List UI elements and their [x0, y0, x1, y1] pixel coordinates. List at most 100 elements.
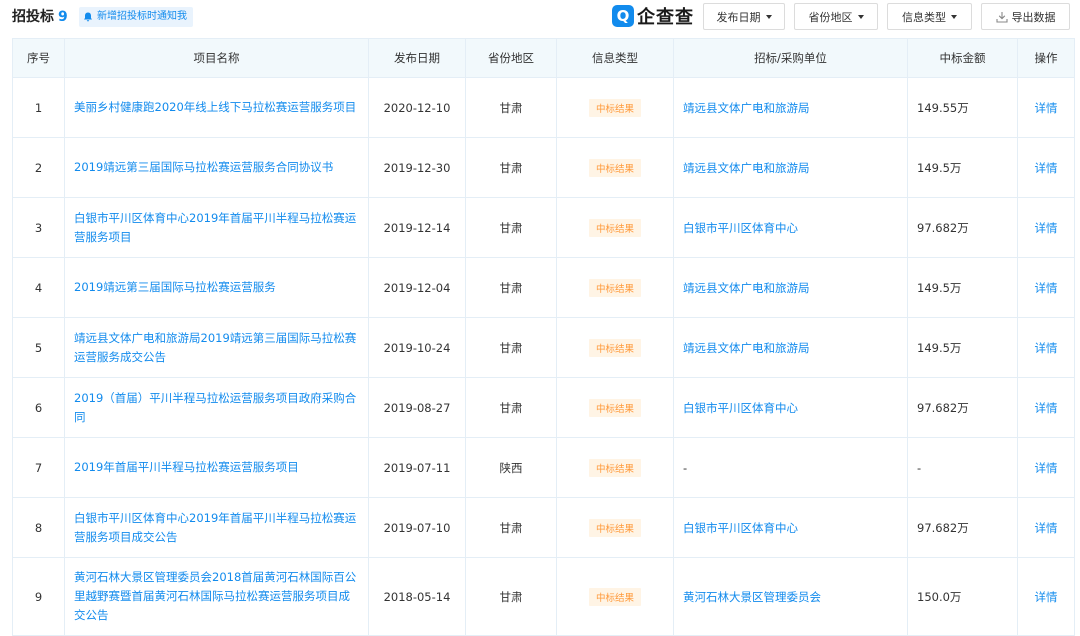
publish-date: 2019-12-30 [368, 137, 466, 198]
filter-region-dropdown[interactable]: 省份地区 [794, 3, 878, 30]
detail-link[interactable]: 详情 [1035, 521, 1058, 535]
export-label: 导出数据 [1011, 10, 1056, 24]
project-name-link[interactable]: 黄河石林大景区管理委员会2018首届黄河石林国际百公里越野赛暨首届黄河石林国际马… [74, 568, 360, 625]
region: 甘肃 [465, 137, 557, 198]
region: 甘肃 [465, 77, 557, 138]
publish-date: 2020-12-10 [368, 77, 466, 138]
amount: 149.5万 [907, 317, 1018, 378]
row-no: 2 [12, 137, 65, 198]
col-header-no: 序号 [12, 38, 65, 78]
amount: 97.682万 [907, 377, 1018, 438]
table-row: 3 白银市平川区体育中心2019年首届平川半程马拉松赛运营服务项目 2019-1… [12, 197, 1075, 258]
publish-date: 2019-07-11 [368, 437, 466, 498]
table-row: 9 黄河石林大景区管理委员会2018首届黄河石林国际百公里越野赛暨首届黄河石林国… [12, 557, 1075, 636]
amount: 97.682万 [907, 197, 1018, 258]
info-type-badge: 中标结果 [588, 158, 641, 177]
project-name-link[interactable]: 2019靖远第三届国际马拉松赛运营服务合同协议书 [74, 158, 360, 177]
filter-label: 省份地区 [808, 10, 853, 24]
project-name-link[interactable]: 2019（首届）平川半程马拉松运营服务项目政府采购合同 [74, 389, 360, 427]
project-name-link[interactable]: 靖远县文体广电和旅游局2019靖远第三届国际马拉松赛运营服务成交公告 [74, 329, 360, 367]
detail-link[interactable]: 详情 [1035, 221, 1058, 235]
col-header-action: 操作 [1017, 38, 1075, 78]
detail-link[interactable]: 详情 [1035, 461, 1058, 475]
unit-link[interactable]: 白银市平川区体育中心 [683, 221, 798, 235]
unit-link[interactable]: 白银市平川区体育中心 [683, 521, 798, 535]
project-name-link[interactable]: 白银市平川区体育中心2019年首届平川半程马拉松赛运营服务项目成交公告 [74, 509, 360, 547]
region: 甘肃 [465, 317, 557, 378]
project-name-link[interactable]: 美丽乡村健康跑2020年线上线下马拉松赛运营服务项目 [74, 98, 360, 117]
filter-label: 信息类型 [902, 10, 946, 24]
detail-link[interactable]: 详情 [1035, 101, 1058, 115]
publish-date: 2018-05-14 [368, 557, 466, 636]
info-type-badge: 中标结果 [588, 398, 641, 417]
info-type-badge: 中标结果 [588, 458, 641, 477]
filter-label: 发布日期 [716, 10, 761, 24]
detail-link[interactable]: 详情 [1035, 341, 1058, 355]
section-title-text: 招投标 [12, 9, 54, 25]
row-no: 8 [12, 497, 65, 558]
info-type-badge: 中标结果 [588, 587, 641, 606]
row-no: 9 [12, 557, 65, 636]
filter-info-type-dropdown[interactable]: 信息类型 [887, 3, 972, 30]
amount: 149.5万 [907, 137, 1018, 198]
unit-link[interactable]: 靖远县文体广电和旅游局 [683, 101, 810, 115]
detail-link[interactable]: 详情 [1035, 281, 1058, 295]
amount: 97.682万 [907, 497, 1018, 558]
amount: 149.55万 [907, 77, 1018, 138]
row-no: 6 [12, 377, 65, 438]
info-type-badge: 中标结果 [588, 278, 641, 297]
caret-down-icon [951, 14, 957, 19]
notify-button[interactable]: 新增招投标时通知我 [79, 7, 193, 27]
detail-link[interactable]: 详情 [1035, 161, 1058, 175]
table-row: 8 白银市平川区体育中心2019年首届平川半程马拉松赛运营服务项目成交公告 20… [12, 497, 1075, 558]
unit-empty: - [683, 460, 688, 475]
col-header-unit: 招标/采购单位 [673, 38, 908, 78]
col-header-region: 省份地区 [465, 38, 557, 78]
unit-link[interactable]: 靖远县文体广电和旅游局 [683, 281, 810, 295]
info-type-badge: 中标结果 [588, 218, 641, 237]
project-name-link[interactable]: 2019年首届平川半程马拉松赛运营服务项目 [74, 458, 360, 477]
download-icon [995, 11, 1008, 23]
unit-link[interactable]: 靖远县文体广电和旅游局 [683, 341, 810, 355]
amount: 150.0万 [907, 557, 1018, 636]
unit-link[interactable]: 黄河石林大景区管理委员会 [683, 590, 821, 604]
row-no: 1 [12, 77, 65, 138]
project-name-link[interactable]: 白银市平川区体育中心2019年首届平川半程马拉松赛运营服务项目 [74, 209, 360, 247]
publish-date: 2019-08-27 [368, 377, 466, 438]
region: 甘肃 [465, 377, 557, 438]
region: 甘肃 [465, 557, 557, 636]
publish-date: 2019-10-24 [368, 317, 466, 378]
brand-logo: Q 企查查 [612, 3, 694, 29]
unit-link[interactable]: 靖远县文体广电和旅游局 [683, 161, 810, 175]
col-header-type: 信息类型 [556, 38, 674, 78]
amount: 149.5万 [907, 257, 1018, 318]
publish-date: 2019-07-10 [368, 497, 466, 558]
project-name-link[interactable]: 2019靖远第三届国际马拉松赛运营服务 [74, 278, 360, 297]
logo-text: 企查查 [637, 7, 694, 28]
region: 甘肃 [465, 257, 557, 318]
col-header-project: 项目名称 [64, 38, 369, 78]
caret-down-icon [857, 14, 864, 19]
logo-mark: Q [612, 5, 634, 27]
detail-link[interactable]: 详情 [1035, 590, 1058, 604]
result-count: 9 [58, 9, 68, 25]
section-title: 招投标 9 [12, 6, 68, 26]
table-row: 5 靖远县文体广电和旅游局2019靖远第三届国际马拉松赛运营服务成交公告 201… [12, 317, 1075, 378]
col-header-amount: 中标金额 [907, 38, 1018, 78]
bidding-table: 序号 项目名称 发布日期 省份地区 信息类型 招标/采购单位 中标金额 操作 1… [12, 38, 1075, 636]
notify-label: 新增招投标时通知我 [97, 11, 187, 22]
export-data-button[interactable]: 导出数据 [981, 3, 1070, 30]
table-header-row: 序号 项目名称 发布日期 省份地区 信息类型 招标/采购单位 中标金额 操作 [12, 38, 1075, 78]
info-type-badge: 中标结果 [588, 338, 641, 357]
info-type-badge: 中标结果 [588, 98, 641, 117]
table-row: 1 美丽乡村健康跑2020年线上线下马拉松赛运营服务项目 2020-12-10 … [12, 77, 1075, 138]
amount: - [907, 437, 1018, 498]
region: 甘肃 [465, 197, 557, 258]
unit-link[interactable]: 白银市平川区体育中心 [683, 401, 798, 415]
filter-publish-date-dropdown[interactable]: 发布日期 [703, 3, 785, 30]
caret-down-icon [765, 14, 772, 19]
col-header-date: 发布日期 [368, 38, 466, 78]
detail-link[interactable]: 详情 [1035, 401, 1058, 415]
table-row: 7 2019年首届平川半程马拉松赛运营服务项目 2019-07-11 陕西 中标… [12, 437, 1075, 498]
bell-icon [84, 12, 92, 22]
